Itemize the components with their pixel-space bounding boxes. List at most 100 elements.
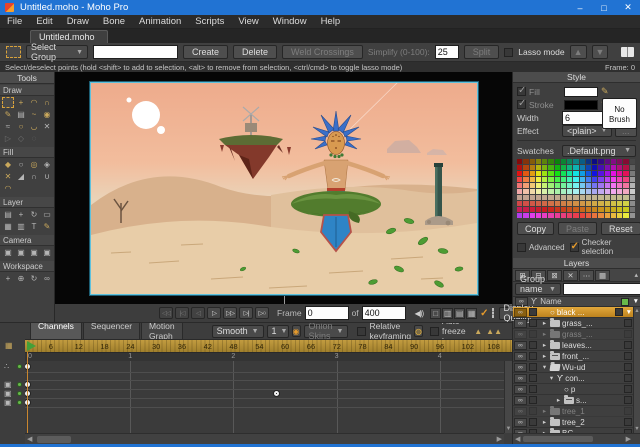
- swatch-cell[interactable]: [542, 207, 547, 212]
- swatch-cell[interactable]: [517, 213, 522, 218]
- swatch-cell[interactable]: [630, 171, 635, 176]
- swatch-cell[interactable]: [623, 201, 628, 206]
- expand-caret-icon[interactable]: ▾: [541, 363, 548, 371]
- stack-layer-tool-icon[interactable]: ▥: [15, 221, 27, 232]
- layer-visibility-icon[interactable]: ∞: [514, 352, 527, 361]
- swatch-cell[interactable]: [517, 207, 522, 212]
- layer-checkbox[interactable]: [529, 418, 537, 426]
- layer-checkbox[interactable]: [529, 385, 537, 393]
- swatch-cell[interactable]: [580, 177, 585, 182]
- swatch-cell[interactable]: [536, 183, 541, 188]
- menu-edit[interactable]: Edit: [29, 16, 59, 27]
- maximize-button[interactable]: □: [592, 0, 616, 15]
- fill-checkbox[interactable]: [517, 87, 526, 96]
- swatch-cell[interactable]: [617, 165, 622, 170]
- swatch-cell[interactable]: [573, 165, 578, 170]
- expand-caret-icon[interactable]: ▸: [541, 341, 548, 349]
- swatch-cell[interactable]: [623, 189, 628, 194]
- swatch-cell[interactable]: [561, 195, 566, 200]
- swatch-cell[interactable]: [542, 171, 547, 176]
- swatch-cell[interactable]: [517, 189, 522, 194]
- swatch-cell[interactable]: [530, 201, 535, 206]
- simplify-input[interactable]: [435, 45, 459, 59]
- layer-checkbox[interactable]: [529, 319, 537, 327]
- camera-zoom-tool-icon[interactable]: ▣: [15, 247, 27, 258]
- onion-skins-dropdown[interactable]: Onion Skins▼: [304, 325, 349, 338]
- layer-color-chip[interactable]: [624, 418, 632, 426]
- shear-layer-tool-icon[interactable]: ▭: [41, 209, 53, 220]
- toolbar-extra-button-1[interactable]: ▲: [570, 45, 587, 59]
- swatch-cell[interactable]: [548, 213, 553, 218]
- swatch-cell[interactable]: [548, 159, 553, 164]
- layer-checkbox[interactable]: [529, 396, 537, 404]
- swatch-cell[interactable]: [548, 177, 553, 182]
- pan-workspace-tool-icon[interactable]: +: [2, 273, 14, 284]
- swatch-cell[interactable]: [630, 195, 635, 200]
- audio-mute-icon[interactable]: ◀)): [415, 309, 423, 318]
- swatch-cell[interactable]: [580, 159, 585, 164]
- swatch-cell[interactable]: [548, 189, 553, 194]
- swatch-cell[interactable]: [611, 183, 616, 188]
- line-width-tool-icon[interactable]: ◢: [15, 171, 27, 182]
- swatch-cell[interactable]: [592, 189, 597, 194]
- swatch-cell[interactable]: [561, 171, 566, 176]
- swatch-cell[interactable]: [598, 207, 603, 212]
- rewind-button[interactable]: ◁◁: [159, 307, 173, 319]
- swatch-cell[interactable]: [517, 177, 522, 182]
- layer-color-chip[interactable]: [624, 341, 632, 349]
- layer-row[interactable]: ∞▾ϒcon...: [513, 373, 633, 384]
- swatch-cell[interactable]: [567, 195, 572, 200]
- swatch-cell[interactable]: [561, 213, 566, 218]
- rotate-layer-tool-icon[interactable]: ↻: [28, 209, 40, 220]
- swatch-cell[interactable]: [598, 165, 603, 170]
- create-shape-tool-icon[interactable]: ◎: [28, 159, 40, 170]
- blob-brush-tool-icon[interactable]: ◉: [41, 109, 53, 120]
- delete-shape-tool-icon[interactable]: ◈: [41, 159, 53, 170]
- split-button[interactable]: Split: [464, 45, 500, 59]
- eraser-tool-icon[interactable]: ◌: [28, 133, 40, 144]
- layer-checkbox[interactable]: [529, 330, 537, 338]
- noise-tool-icon[interactable]: ≈: [2, 121, 14, 132]
- swatch-cell[interactable]: [542, 189, 547, 194]
- swatch-cell[interactable]: [523, 165, 528, 170]
- minimize-button[interactable]: –: [568, 0, 592, 15]
- swatch-cell[interactable]: [598, 189, 603, 194]
- swatch-cell[interactable]: [580, 207, 585, 212]
- swatch-cell[interactable]: [523, 213, 528, 218]
- oval-tool-icon[interactable]: ○: [15, 121, 27, 132]
- swatch-cell[interactable]: [630, 213, 635, 218]
- expand-caret-icon[interactable]: ▸: [541, 352, 548, 360]
- stroke-exposure-tool-icon[interactable]: ∪: [41, 171, 53, 182]
- rotate-workspace-tool-icon[interactable]: ↻: [28, 273, 40, 284]
- layer-visibility-icon[interactable]: ∞: [514, 330, 527, 339]
- swatch-cell[interactable]: [530, 165, 535, 170]
- swatch-cell[interactable]: [573, 177, 578, 182]
- curve-exposure-tool-icon[interactable]: ∩: [28, 171, 40, 182]
- select-shape-tool-icon[interactable]: ○: [15, 159, 27, 170]
- swatch-cell[interactable]: [523, 183, 528, 188]
- checker-selection-checkbox[interactable]: [570, 243, 579, 252]
- text-tool-icon[interactable]: T: [28, 221, 40, 232]
- swatch-cell[interactable]: [611, 159, 616, 164]
- swatch-cell[interactable]: [630, 207, 635, 212]
- reset-style-button[interactable]: Reset: [601, 222, 640, 235]
- delete-layer-button[interactable]: ✕: [563, 270, 578, 281]
- polygon-tool-icon[interactable]: ▷: [2, 133, 14, 144]
- swatch-cell[interactable]: [617, 201, 622, 206]
- timeline-horizontal-scrollbar[interactable]: ◀ ▶: [25, 433, 504, 444]
- layer-search-input[interactable]: [563, 283, 640, 295]
- swatch-cell[interactable]: [630, 165, 635, 170]
- two-pane-view-button[interactable]: ▥: [442, 308, 453, 319]
- swatch-cell[interactable]: [517, 171, 522, 176]
- swatch-cell[interactable]: [567, 159, 572, 164]
- orbit-workspace-tool-icon[interactable]: ∞: [41, 273, 53, 284]
- new-group-button[interactable]: ⊠: [547, 270, 562, 281]
- swatch-cell[interactable]: [605, 165, 610, 170]
- swatch-cell[interactable]: [561, 207, 566, 212]
- swatch-cell[interactable]: [530, 195, 535, 200]
- swatch-cell[interactable]: [573, 159, 578, 164]
- collapse-layers-icon[interactable]: ▴: [634, 271, 638, 279]
- add-layer-tool-icon[interactable]: +: [15, 209, 27, 220]
- swatch-cell[interactable]: [605, 189, 610, 194]
- menu-help[interactable]: Help: [314, 16, 348, 27]
